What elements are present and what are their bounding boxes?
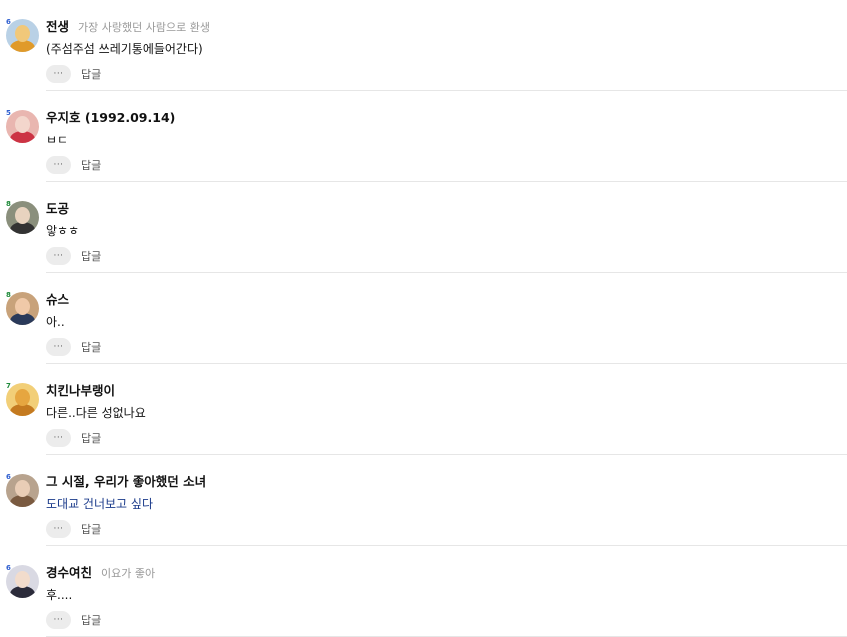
comment-header: 도공 <box>46 198 78 216</box>
reply-button[interactable]: 답글 <box>81 66 101 82</box>
more-options-button[interactable]: ··· <box>46 429 71 447</box>
comment-item: 8 슈스 아.. ··· 답글 <box>0 273 847 364</box>
more-options-button[interactable]: ··· <box>46 65 71 83</box>
comment-actions: ··· 답글 <box>46 429 101 447</box>
nickname[interactable]: 치킨나부랭이 <box>46 383 115 398</box>
more-options-button[interactable]: ··· <box>46 247 71 265</box>
nickname[interactable]: 우지호 (1992.09.14) <box>46 110 175 125</box>
comment-text: 후.... <box>46 588 73 602</box>
nickname[interactable]: 경수여친 <box>46 565 92 580</box>
level-badge: 8 <box>6 291 11 299</box>
status-message: 이요가 좋아 <box>101 567 156 580</box>
comment-item: 7 치킨나부랭이 다른..다른 성없나요 ··· 답글 <box>0 364 847 455</box>
comment-text: (주섬주섬 쓰레기통에들어간다) <box>46 42 203 56</box>
level-badge: 8 <box>6 200 11 208</box>
reply-button[interactable]: 답글 <box>81 521 101 537</box>
comment-text: ㅂㄷ <box>46 133 69 147</box>
nickname[interactable]: 전생 <box>46 19 69 34</box>
reply-button[interactable]: 답글 <box>81 248 101 264</box>
nickname[interactable]: 슈스 <box>46 292 69 307</box>
avatar-face <box>15 298 30 315</box>
reply-button[interactable]: 답글 <box>81 612 101 628</box>
comment-item: 6 전생 가장 사랑했던 사람으로 환생 (주섬주섬 쓰레기통에들어간다) ···… <box>0 0 847 91</box>
reply-button[interactable]: 답글 <box>81 339 101 355</box>
avatar-face <box>15 571 30 588</box>
comment-header: 슈스 <box>46 289 78 307</box>
comment-item: 8 도공 앟ㅎㅎ ··· 답글 <box>0 182 847 273</box>
comment-actions: ··· 답글 <box>46 65 101 83</box>
more-options-button[interactable]: ··· <box>46 338 71 356</box>
level-badge: 6 <box>6 564 11 572</box>
nickname[interactable]: 그 시절, 우리가 좋아했던 소녀 <box>46 474 206 489</box>
comment-text: 도대교 건너보고 싶다 <box>46 497 153 511</box>
comment-item: 6 그 시절, 우리가 좋아했던 소녀 도대교 건너보고 싶다 ··· 답글 <box>0 455 847 546</box>
more-options-button[interactable]: ··· <box>46 156 71 174</box>
avatar-face <box>15 389 30 406</box>
level-badge: 6 <box>6 18 11 26</box>
level-badge: 5 <box>6 109 11 117</box>
comment-text: 앟ㅎㅎ <box>46 224 80 238</box>
comment-header: 우지호 (1992.09.14) <box>46 107 184 125</box>
avatar-face <box>15 480 30 497</box>
avatar-face <box>15 207 30 224</box>
comment-actions: ··· 답글 <box>46 611 101 629</box>
comment-item: 5 우지호 (1992.09.14) ㅂㄷ ··· 답글 <box>0 91 847 182</box>
comment-text: 다른..다른 성없나요 <box>46 406 146 420</box>
comment-actions: ··· 답글 <box>46 156 101 174</box>
comment-actions: ··· 답글 <box>46 520 101 538</box>
level-badge: 6 <box>6 473 11 481</box>
comment-actions: ··· 답글 <box>46 338 101 356</box>
reply-button[interactable]: 답글 <box>81 430 101 446</box>
nickname[interactable]: 도공 <box>46 201 69 216</box>
comment-actions: ··· 답글 <box>46 247 101 265</box>
comment-header: 경수여친 이요가 좋아 <box>46 562 155 580</box>
reply-button[interactable]: 답글 <box>81 157 101 173</box>
status-message: 가장 사랑했던 사람으로 환생 <box>78 21 210 34</box>
more-options-button[interactable]: ··· <box>46 611 71 629</box>
more-options-button[interactable]: ··· <box>46 520 71 538</box>
comment-text: 아.. <box>46 315 65 329</box>
comment-header: 치킨나부랭이 <box>46 380 124 398</box>
comment-list: 6 전생 가장 사랑했던 사람으로 환생 (주섬주섬 쓰레기통에들어간다) ···… <box>0 0 847 637</box>
comment-header: 전생 가장 사랑했던 사람으로 환생 <box>46 16 210 34</box>
comment-item: 6 경수여친 이요가 좋아 후.... ··· 답글 <box>0 546 847 637</box>
avatar-face <box>15 25 30 42</box>
level-badge: 7 <box>6 382 11 390</box>
avatar-face <box>15 116 30 133</box>
comment-header: 그 시절, 우리가 좋아했던 소녀 <box>46 471 215 489</box>
